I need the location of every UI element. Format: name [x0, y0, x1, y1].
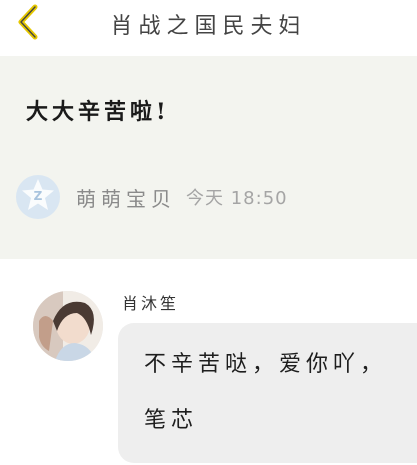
- post-timestamp: 今天 18:50: [186, 188, 288, 209]
- page-title: 肖战之国民夫妇: [110, 14, 307, 39]
- post-text: 大大辛苦啦!: [26, 99, 170, 125]
- top-bar: 肖战之国民夫妇: [0, 0, 417, 52]
- reply-avatar[interactable]: [33, 291, 103, 361]
- reply-text: 不辛苦哒，爱你吖，笔芯: [144, 352, 388, 433]
- original-post: 大大辛苦啦! Z 萌萌宝贝 今天 18:50: [0, 56, 417, 259]
- author-name[interactable]: 萌萌宝贝: [76, 183, 176, 212]
- reply-bubble: 不辛苦哒，爱你吖，笔芯: [118, 323, 417, 463]
- reply-author-name[interactable]: 肖沐笙: [122, 290, 179, 314]
- letter-z-star-icon: Z: [20, 177, 56, 217]
- post-meta: Z 萌萌宝贝 今天 18:50: [16, 174, 288, 220]
- svg-text:Z: Z: [34, 189, 43, 203]
- author-avatar[interactable]: Z: [16, 175, 60, 219]
- user-photo: [33, 291, 103, 361]
